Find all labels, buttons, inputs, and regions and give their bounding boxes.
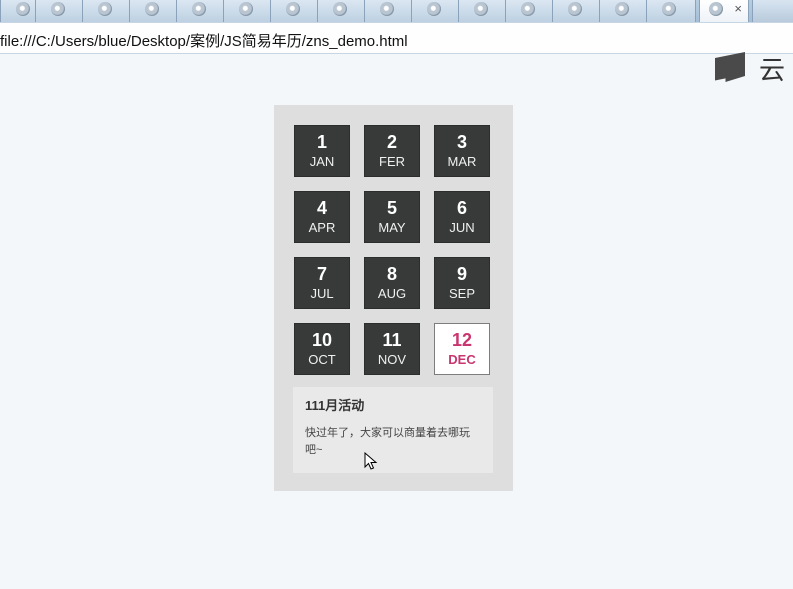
globe-icon xyxy=(474,2,488,16)
month-cell-aug[interactable]: 8 AUG xyxy=(364,257,420,309)
month-abbr: OCT xyxy=(308,352,336,367)
new-tab-button[interactable] xyxy=(752,0,793,22)
month-cell-jun[interactable]: 6 JUN xyxy=(434,191,490,243)
globe-icon xyxy=(286,2,300,16)
month-number: 3 xyxy=(456,132,467,152)
month-abbr: SEP xyxy=(448,286,475,301)
month-number: 6 xyxy=(456,198,467,218)
globe-icon xyxy=(16,2,30,16)
month-number: 7 xyxy=(316,264,327,284)
month-info-title: 111月活动 xyxy=(305,398,365,413)
globe-icon xyxy=(239,2,253,16)
month-info-description: 快过年了，大家可以商量着去哪玩吧~ xyxy=(305,427,470,456)
month-abbr: NOV xyxy=(377,352,407,367)
browser-tab[interactable] xyxy=(317,0,367,22)
browser-tab-active[interactable]: × xyxy=(699,0,749,22)
month-number: 4 xyxy=(316,198,327,218)
month-number: 8 xyxy=(386,264,397,284)
month-cell-mar[interactable]: 3 MAR xyxy=(434,125,490,177)
month-number: 10 xyxy=(311,330,333,350)
browser-tab[interactable] xyxy=(646,0,696,22)
month-cell-oct[interactable]: 10 OCT xyxy=(294,323,350,375)
globe-icon xyxy=(333,2,347,16)
month-number: 1 xyxy=(316,132,327,152)
logo-icon xyxy=(715,52,745,82)
globe-icon xyxy=(615,2,629,16)
month-number: 11 xyxy=(382,330,402,350)
browser-tab[interactable] xyxy=(176,0,226,22)
month-number: 5 xyxy=(386,198,397,218)
browser-tab[interactable] xyxy=(599,0,649,22)
month-number: 2 xyxy=(386,132,397,152)
globe-icon xyxy=(709,2,723,16)
month-number: 9 xyxy=(456,264,467,284)
browser-tab[interactable] xyxy=(364,0,414,22)
month-number: 12 xyxy=(451,330,473,350)
globe-icon xyxy=(568,2,582,16)
month-abbr: AUG xyxy=(377,286,407,301)
month-cell-fer[interactable]: 2 FER xyxy=(364,125,420,177)
browser-tab[interactable] xyxy=(505,0,555,22)
month-abbr: MAR xyxy=(447,154,477,169)
logo-text: 云 xyxy=(759,56,786,86)
browser-tab[interactable] xyxy=(223,0,273,22)
browser-tab[interactable] xyxy=(35,0,85,22)
month-cell-apr[interactable]: 4 APR xyxy=(294,191,350,243)
calendar-widget: 1 JAN 2 FER 3 MAR 4 APR 5 MAY 6 JUN 7 JUL 8 AUG 9 SEP 10 OC… xyxy=(274,105,513,491)
month-abbr: JUL xyxy=(310,286,334,301)
close-tab-icon[interactable]: × xyxy=(734,2,742,16)
month-cell-nov[interactable]: 11 NOV xyxy=(364,323,420,375)
month-cell-sep[interactable]: 9 SEP xyxy=(434,257,490,309)
globe-icon xyxy=(662,2,676,16)
month-abbr: MAY xyxy=(378,220,406,235)
month-abbr: JUN xyxy=(449,220,475,235)
url-text[interactable]: file:///C:/Users/blue/Desktop/案例/JS简易年历/… xyxy=(0,30,408,51)
browser-tabstrip: × xyxy=(0,0,793,22)
globe-icon xyxy=(145,2,159,16)
month-cell-jan[interactable]: 1 JAN xyxy=(294,125,350,177)
globe-icon xyxy=(380,2,394,16)
browser-tab[interactable] xyxy=(129,0,179,22)
month-abbr: DEC xyxy=(448,352,476,367)
address-bar[interactable]: file:///C:/Users/blue/Desktop/案例/JS简易年历/… xyxy=(0,22,793,54)
month-cell-may[interactable]: 5 MAY xyxy=(364,191,420,243)
month-cell-jul[interactable]: 7 JUL xyxy=(294,257,350,309)
site-logo: 云 xyxy=(715,52,793,86)
globe-icon xyxy=(98,2,112,16)
browser-tab[interactable] xyxy=(411,0,461,22)
month-abbr: JAN xyxy=(309,154,335,169)
month-abbr: APR xyxy=(308,220,336,235)
globe-icon xyxy=(521,2,535,16)
month-info-panel: 111月活动 快过年了，大家可以商量着去哪玩吧~ xyxy=(293,387,493,473)
globe-icon xyxy=(427,2,441,16)
browser-tab[interactable] xyxy=(458,0,508,22)
globe-icon xyxy=(192,2,206,16)
globe-icon xyxy=(51,2,65,16)
browser-tab[interactable] xyxy=(82,0,132,22)
month-cell-dec[interactable]: 12 DEC xyxy=(434,323,490,375)
browser-tab[interactable] xyxy=(552,0,602,22)
browser-tab[interactable] xyxy=(270,0,320,22)
month-abbr: FER xyxy=(379,154,405,169)
